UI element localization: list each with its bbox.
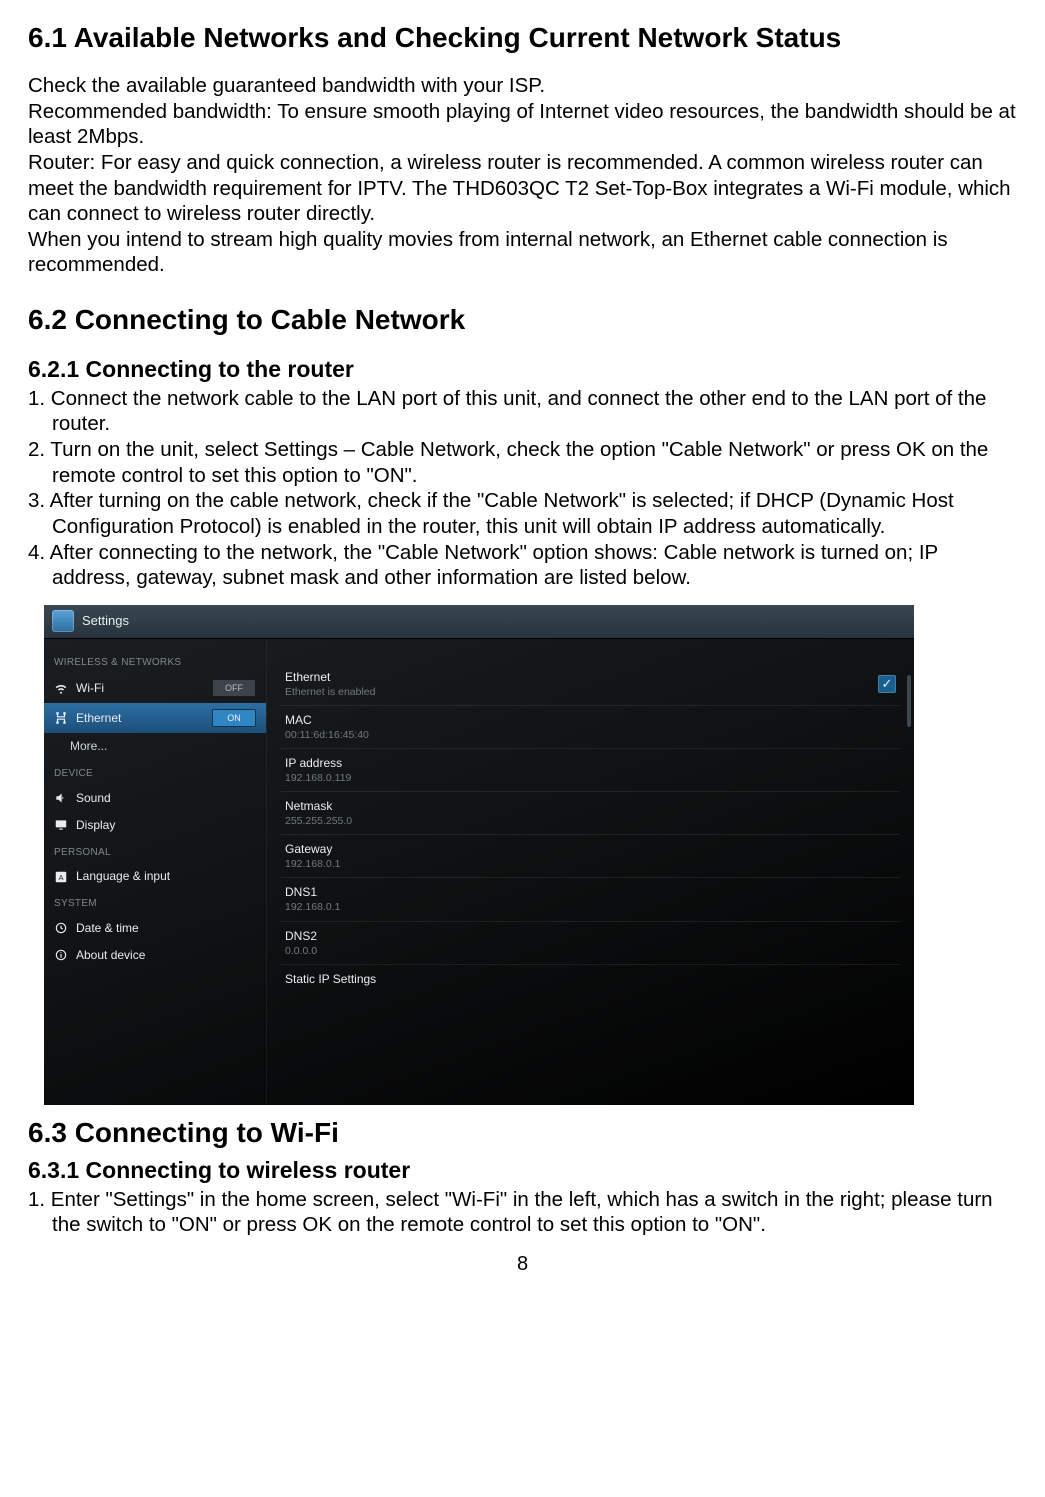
heading-6-2-1: 6.2.1 Connecting to the router [28,355,1017,384]
wifi-icon [54,681,68,695]
page-number: 8 [28,1252,1017,1277]
step-1: 1. Enter "Settings" in the home screen, … [28,1187,1017,1238]
sidebar-item-label: Display [76,818,115,833]
display-icon [54,818,68,832]
sidebar-item-display[interactable]: Display [44,812,266,839]
step-2: 2. Turn on the unit, select Settings – C… [28,437,1017,488]
language-icon: A [54,870,68,884]
ethernet-toggle[interactable]: ON [212,709,256,727]
row-ethernet[interactable]: Ethernet Ethernet is enabled ✓ [281,663,900,705]
sidebar-item-label: Language & input [76,869,170,884]
settings-detail-panel: Ethernet Ethernet is enabled ✓ MAC 00:11… [267,639,914,1105]
sidebar-item-ethernet[interactable]: Ethernet ON [44,703,266,733]
cat-device: DEVICE [44,760,266,785]
row-value: 192.168.0.119 [285,772,351,785]
sidebar-item-label: Ethernet [76,711,121,726]
cat-wireless: WIRELESS & NETWORKS [44,649,266,674]
row-dns2: DNS2 0.0.0.0 [281,921,900,964]
window-titlebar: Settings [44,605,914,639]
row-netmask: Netmask 255.255.255.0 [281,791,900,834]
row-static-ip[interactable]: Static IP Settings [281,964,900,993]
sidebar-item-label: About device [76,948,145,963]
info-icon [54,948,68,962]
row-label: Static IP Settings [285,972,376,987]
sidebar-item-datetime[interactable]: Date & time [44,915,266,942]
sidebar-item-about[interactable]: About device [44,942,266,969]
sidebar-item-label: More... [70,739,107,754]
row-label: MAC [285,713,369,728]
step-1: 1. Connect the network cable to the LAN … [28,386,1017,437]
row-label: DNS1 [285,885,340,900]
clock-icon [54,921,68,935]
para-6-1-c: Router: For easy and quick connection, a… [28,150,1017,227]
cat-system: SYSTEM [44,890,266,915]
row-value: Ethernet is enabled [285,686,375,699]
para-6-1-d: When you intend to stream high quality m… [28,227,1017,278]
sidebar-item-language[interactable]: A Language & input [44,863,266,890]
heading-6-3-1: 6.3.1 Connecting to wireless router [28,1156,1017,1185]
step-3: 3. After turning on the cable network, c… [28,488,1017,539]
row-value: 192.168.0.1 [285,858,340,871]
heading-6-1: 6.1 Available Networks and Checking Curr… [28,20,1017,55]
settings-sidebar: WIRELESS & NETWORKS Wi-Fi OFF Ethernet [44,639,266,1105]
row-label: Ethernet [285,670,375,685]
row-value: 192.168.0.1 [285,901,340,914]
sidebar-item-label: Wi-Fi [76,681,104,696]
settings-app-icon [52,610,74,632]
steps-6-3-1: 1. Enter "Settings" in the home screen, … [28,1187,1017,1238]
row-label: Netmask [285,799,352,814]
row-ip: IP address 192.168.0.119 [281,748,900,791]
row-value: 00:11:6d:16:45:40 [285,729,369,742]
sidebar-item-label: Date & time [76,921,139,936]
row-gateway: Gateway 192.168.0.1 [281,834,900,877]
scrollbar-thumb[interactable] [907,675,911,727]
para-6-1-b: Recommended bandwidth: To ensure smooth … [28,99,1017,150]
row-value: 0.0.0.0 [285,945,317,958]
row-value: 255.255.255.0 [285,815,352,828]
ethernet-icon [54,711,68,725]
heading-6-3: 6.3 Connecting to Wi-Fi [28,1115,1017,1150]
step-4: 4. After connecting to the network, the … [28,540,1017,591]
sidebar-item-more[interactable]: More... [44,733,266,760]
sidebar-item-label: Sound [76,791,111,806]
steps-6-2-1: 1. Connect the network cable to the LAN … [28,386,1017,591]
heading-6-2: 6.2 Connecting to Cable Network [28,302,1017,337]
cat-personal: PERSONAL [44,839,266,864]
sidebar-item-sound[interactable]: Sound [44,785,266,812]
row-label: Gateway [285,842,340,857]
row-label: DNS2 [285,929,317,944]
window-title: Settings [82,613,129,629]
row-label: IP address [285,756,351,771]
settings-screenshot: Settings WIRELESS & NETWORKS Wi-Fi OFF [44,605,914,1105]
row-mac: MAC 00:11:6d:16:45:40 [281,705,900,748]
row-dns1: DNS1 192.168.0.1 [281,877,900,920]
checkmark-icon[interactable]: ✓ [878,675,896,693]
wifi-toggle[interactable]: OFF [212,679,256,697]
para-6-1-a: Check the available guaranteed bandwidth… [28,73,1017,99]
sidebar-item-wifi[interactable]: Wi-Fi OFF [44,673,266,703]
sound-icon [54,791,68,805]
